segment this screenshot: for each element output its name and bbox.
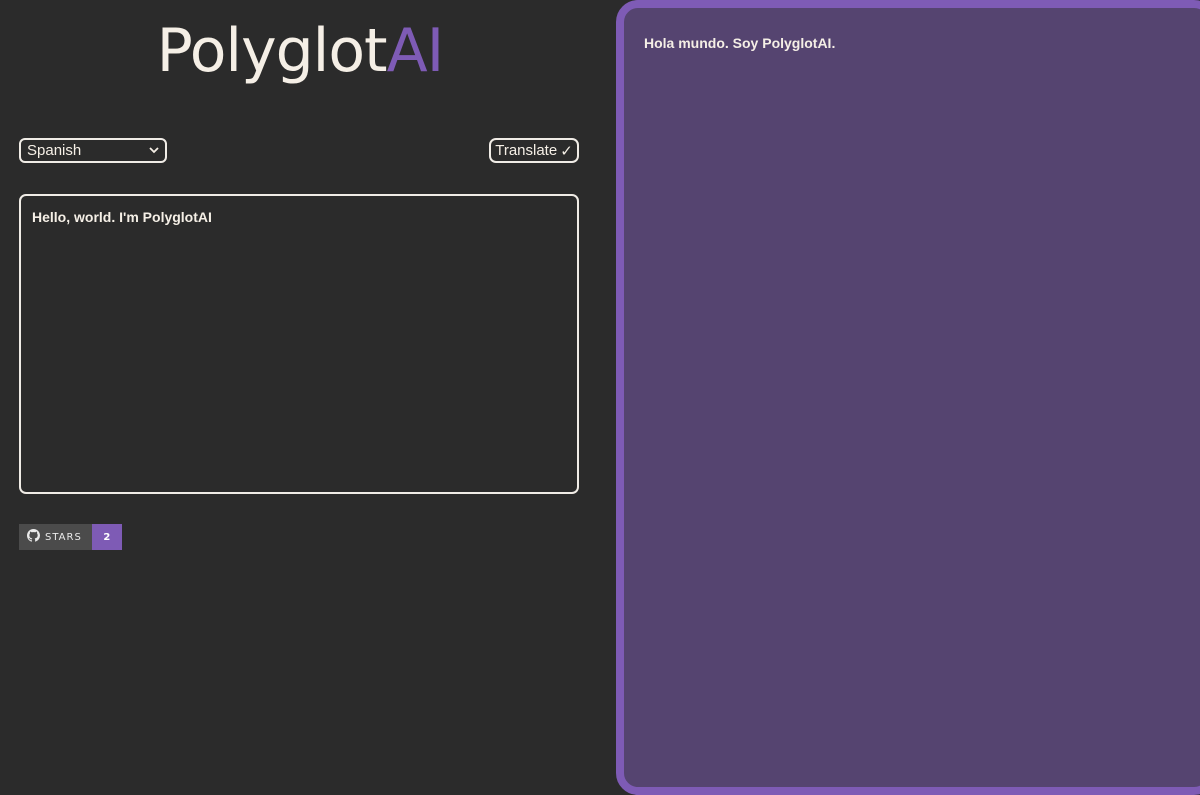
- source-text-input[interactable]: Hello, world. I'm PolyglotAI: [19, 194, 579, 494]
- check-icon: ✓: [560, 142, 573, 160]
- translation-output-text: Hola mundo. Soy PolyglotAI.: [644, 35, 836, 51]
- github-stars-label: STARS: [45, 531, 82, 543]
- language-select[interactable]: Spanish: [19, 138, 167, 163]
- github-stars-count: 2: [91, 524, 122, 550]
- github-stars-badge[interactable]: STARS 2: [19, 524, 122, 550]
- chevron-down-icon: [149, 146, 159, 156]
- github-stars-label-section: STARS: [19, 524, 92, 550]
- translate-button-label: Translate: [495, 142, 558, 159]
- github-icon: [27, 529, 40, 545]
- translate-button[interactable]: Translate ✓: [489, 138, 579, 163]
- language-select-value: Spanish: [27, 142, 82, 159]
- app: PolyglotAI Spanish Translate ✓ Hello, wo…: [0, 0, 1200, 795]
- app-logo: PolyglotAI: [0, 12, 600, 90]
- logo-main-text: Polyglot: [156, 16, 388, 86]
- input-pane: PolyglotAI Spanish Translate ✓ Hello, wo…: [0, 0, 600, 795]
- logo-accent-text: AI: [386, 16, 445, 86]
- translation-output-pane: Hola mundo. Soy PolyglotAI.: [616, 0, 1200, 795]
